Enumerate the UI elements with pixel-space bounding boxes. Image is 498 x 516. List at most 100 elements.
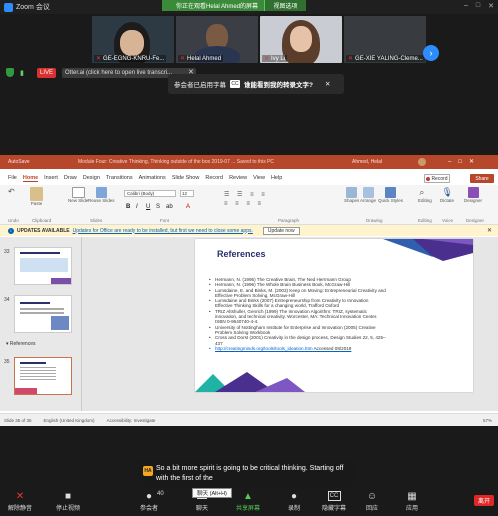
reactions-button[interactable]: ☺ 回应 — [366, 491, 379, 513]
new-slide-icon — [71, 187, 85, 198]
maximize-icon[interactable]: □ — [476, 2, 480, 10]
view-options-button[interactable]: 视图选项 — [264, 0, 306, 11]
font-family-select[interactable]: Calibri (Body) — [124, 190, 176, 197]
reference-url[interactable]: http://creatingminds.org/tools/tools_ide… — [215, 346, 313, 351]
caption-close-icon[interactable]: ✕ — [325, 80, 330, 88]
update-now-button[interactable]: Update now — [262, 226, 300, 235]
tab-draw[interactable]: Draw — [64, 175, 77, 181]
strikethrough-button[interactable]: S — [156, 204, 160, 210]
tab-record[interactable]: Record — [205, 175, 223, 181]
caption-question-link[interactable]: 谁能看到我的转录文字? — [244, 79, 313, 89]
tab-review[interactable]: Review — [229, 175, 247, 181]
participant-face — [120, 30, 144, 56]
share-screen-button[interactable]: ▲ 共享屏幕 — [236, 491, 260, 513]
live-badge[interactable]: LIVE — [37, 68, 57, 78]
current-slide[interactable]: References Hermann, N. (1995) The Creati… — [195, 239, 473, 392]
slide-thumbnail-selected[interactable] — [14, 357, 72, 395]
participants-button[interactable]: ● 40 参会者 — [140, 491, 164, 513]
participant-face — [290, 26, 312, 52]
hide-captions-button[interactable]: CC 隐藏字幕 — [322, 491, 346, 512]
italic-button[interactable]: I — [136, 204, 138, 210]
char-spacing-button[interactable]: ab — [166, 204, 173, 210]
undo-button[interactable]: ↶ — [8, 187, 19, 198]
next-participants-button[interactable]: › — [423, 45, 439, 61]
shapes-button[interactable]: Shapes — [344, 187, 359, 203]
arrange-icon — [362, 187, 374, 198]
slide-thumbnail[interactable] — [14, 247, 72, 285]
participant-tile[interactable]: ✕ GE-EGNG-KNRU-Fe... — [92, 16, 174, 63]
editing-label: Editing — [418, 198, 432, 203]
chevron-right-icon: › — [429, 48, 433, 58]
tab-insert[interactable]: Insert — [44, 175, 58, 181]
thumb-text-line — [20, 373, 56, 374]
tab-design[interactable]: Design — [83, 175, 100, 181]
reference-link-item[interactable]: http://creatingminds.org/tools/tools_ide… — [209, 345, 387, 352]
tab-slide-show[interactable]: Slide Show — [172, 175, 200, 181]
search-icon: ⌕ — [419, 187, 425, 197]
tab-help[interactable]: Help — [271, 175, 282, 181]
close-icon[interactable]: ✕ — [488, 2, 494, 10]
group-label-drawing: Drawing — [366, 218, 383, 223]
accessibility-indicator[interactable]: Accessibility: Investigate — [107, 418, 156, 423]
font-size-select[interactable]: 12 — [180, 190, 194, 197]
participant-name: ✕ Ivy Li — [262, 55, 288, 62]
section-label[interactable]: ▾ References — [6, 341, 35, 347]
participant-tile[interactable]: ✕ Ivy Li — [260, 16, 342, 63]
tab-view[interactable]: View — [253, 175, 265, 181]
participant-name-text: Helal Ahmed — [187, 56, 222, 62]
ppt-status-bar: Slide 35 of 35 English (United Kingdom) … — [0, 413, 498, 426]
zoom-level[interactable]: 57% — [483, 418, 492, 423]
tab-transitions[interactable]: Transitions — [106, 175, 133, 181]
thumb-image — [20, 258, 68, 272]
participant-tile[interactable]: ✕ Helal Ahmed — [176, 16, 258, 63]
record-meeting-button[interactable]: ● 录制 — [288, 491, 300, 513]
participant-tile[interactable]: ✕ GE-XIE YALING-Cleme... — [344, 16, 426, 63]
apps-button[interactable]: ▦ 应用 — [406, 491, 418, 513]
tab-file[interactable]: File — [8, 175, 17, 181]
slide-corner-decoration — [383, 239, 473, 261]
paste-button[interactable]: Paste — [30, 187, 43, 206]
ppt-window-controls[interactable]: –□✕ — [448, 158, 481, 165]
avatar[interactable] — [418, 158, 426, 166]
reuse-slides-button[interactable]: Reuse Slides — [88, 187, 115, 203]
dictate-button[interactable]: 🎙 Dictate — [440, 187, 454, 203]
new-slide-button[interactable]: New Slide — [68, 187, 88, 203]
section-label-text: References — [9, 341, 36, 347]
tab-home[interactable]: Home — [22, 175, 39, 182]
reactions-label: 回应 — [366, 506, 379, 512]
signal-bars-icon[interactable]: ▮ — [20, 69, 24, 77]
reference-accessed: Accessed 08/2019 — [312, 345, 352, 351]
bold-button[interactable]: B — [126, 204, 130, 210]
editing-button[interactable]: ⌕ Editing — [418, 187, 432, 203]
autosave-toggle[interactable]: AutoSave — [8, 159, 30, 165]
stop-video-button[interactable]: ■ 停止视频 — [56, 491, 80, 513]
record-button[interactable]: Record — [424, 174, 450, 183]
reference-item: University of Nottingham Institute for E… — [209, 325, 387, 336]
share-button[interactable]: Share — [470, 174, 494, 183]
font-color-button[interactable]: A — [186, 204, 190, 210]
unmute-button[interactable]: ✕ 解除静音 — [8, 491, 32, 513]
paragraph-controls[interactable]: ☰ ☰ ≡ ≡ ≡ ≡ ≡ ≡ — [224, 191, 294, 211]
group-label-font: Font — [160, 218, 170, 223]
shield-icon[interactable] — [6, 68, 14, 77]
minimize-icon[interactable]: – — [464, 2, 468, 10]
align-icon: ≡ ≡ ≡ ≡ — [224, 201, 265, 207]
reuse-icon — [95, 187, 107, 198]
zoom-title-bar: Zoom 会议 – □ ✕ 你正在观看Helal Ahmed的屏幕 视图选项 — [0, 0, 498, 14]
designer-button[interactable]: Designer — [464, 187, 482, 203]
arrange-button[interactable]: Arrange — [360, 187, 376, 203]
quick-styles-button[interactable]: Quick Styles — [378, 187, 403, 203]
leave-button[interactable]: 离开 — [474, 495, 494, 506]
update-label: UPDATES AVAILABLE — [17, 227, 70, 234]
update-message-link[interactable]: Updates for Office are ready to be insta… — [73, 228, 253, 234]
chat-tooltip: 聊天 (Alt+H) — [192, 488, 232, 498]
slide-counter: Slide 35 of 35 — [4, 417, 32, 423]
participant-count: 40 — [157, 491, 164, 497]
tab-animations[interactable]: Animations — [139, 175, 166, 181]
slide-bottom-decoration — [195, 372, 305, 392]
underline-button[interactable]: U — [146, 204, 150, 210]
doc-title: Module Four: Creative Thinking, Thinking… — [78, 159, 275, 165]
update-close-icon[interactable]: ✕ — [487, 227, 492, 234]
language-indicator[interactable]: English (United Kingdom) — [44, 418, 95, 423]
slide-thumbnail[interactable] — [14, 295, 72, 333]
